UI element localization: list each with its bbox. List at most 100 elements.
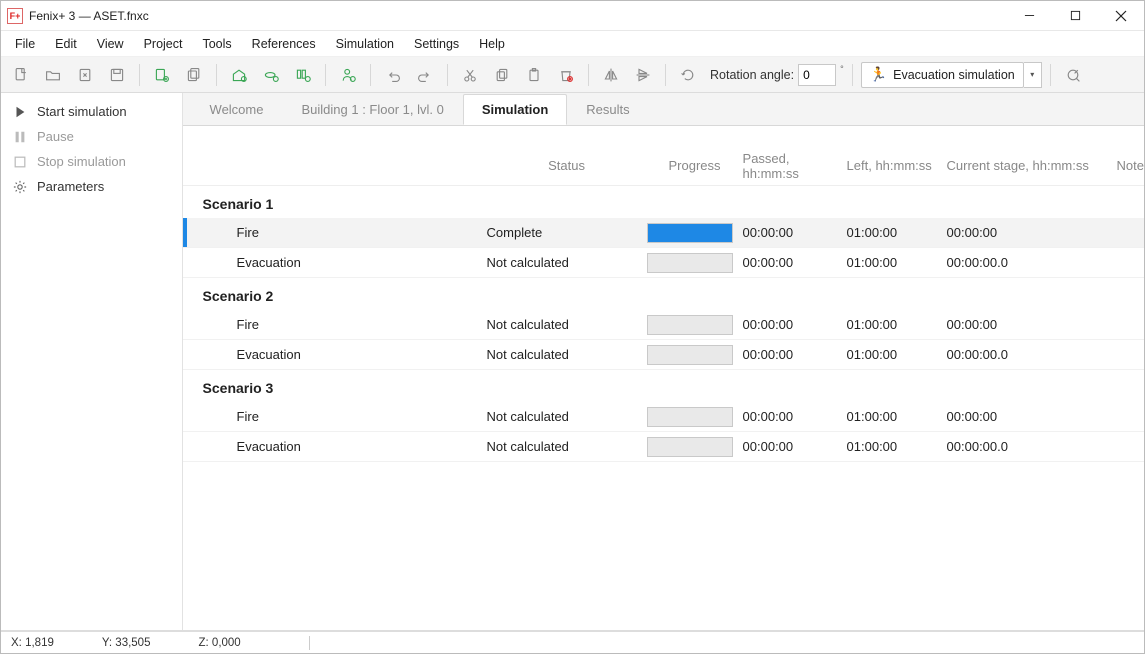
row-name: Evacuation — [187, 255, 487, 270]
delete-icon[interactable] — [552, 61, 580, 89]
cut-icon[interactable] — [456, 61, 484, 89]
save-icon[interactable] — [103, 61, 131, 89]
menu-edit[interactable]: Edit — [45, 33, 87, 55]
toolbar-separator — [139, 64, 140, 86]
sidebar-item-parameters[interactable]: Parameters — [1, 174, 182, 199]
statusbar-separator — [309, 636, 310, 650]
menu-settings[interactable]: Settings — [404, 33, 469, 55]
main-area: Start simulation PauseStop simulation Para… — [1, 93, 1144, 631]
degree-symbol: ° — [840, 64, 844, 74]
sidebar-item-label: Start simulation — [37, 104, 127, 119]
row-left: 01:00:00 — [847, 347, 947, 362]
tab-results[interactable]: Results — [567, 94, 648, 125]
toolbar-separator — [852, 64, 853, 86]
status-y: Y: 33,505 — [102, 637, 151, 649]
tab-building-1-floor-1-lvl-0[interactable]: Building 1 : Floor 1, lvl. 0 — [282, 94, 462, 125]
add-topology-icon[interactable] — [148, 61, 176, 89]
gear-icon — [13, 180, 27, 194]
close-file-icon[interactable] — [71, 61, 99, 89]
row-left: 01:00:00 — [847, 225, 947, 240]
add-floor-icon[interactable] — [257, 61, 285, 89]
scenario-header[interactable]: Scenario 3 — [183, 370, 1144, 402]
mirror-vertical-icon[interactable] — [597, 61, 625, 89]
add-building-icon[interactable] — [225, 61, 253, 89]
menu-file[interactable]: File — [5, 33, 45, 55]
menu-tools[interactable]: Tools — [192, 33, 241, 55]
paste-icon[interactable] — [520, 61, 548, 89]
menu-project[interactable]: Project — [134, 33, 193, 55]
window-controls — [1006, 1, 1144, 30]
undo-icon[interactable] — [379, 61, 407, 89]
toolbar-separator — [665, 64, 666, 86]
sidebar-item-stop-simulation[interactable]: Stop simulation — [1, 149, 182, 174]
simulation-row[interactable]: EvacuationNot calculated00:00:0001:00:00… — [183, 432, 1144, 462]
simulation-panel: Status Progress Passed, hh:mm:ss Left, h… — [183, 125, 1144, 630]
row-left: 01:00:00 — [847, 409, 947, 424]
col-progress: Progress — [647, 158, 743, 173]
menu-bar: FileEditViewProjectToolsReferencesSimula… — [1, 31, 1144, 57]
sidebar-item-start-simulation[interactable]: Start simulation — [1, 99, 182, 124]
row-name: Evacuation — [187, 347, 487, 362]
maximize-button[interactable] — [1052, 1, 1098, 30]
status-bar: X: 1,819 Y: 33,505 Z: 0,000 — [1, 631, 1144, 653]
simulation-row[interactable]: FireNot calculated00:00:0001:00:0000:00:… — [183, 402, 1144, 432]
row-status: Complete — [487, 225, 647, 240]
row-stage: 00:00:00 — [947, 317, 1117, 332]
menu-simulation[interactable]: Simulation — [326, 33, 404, 55]
tab-simulation[interactable]: Simulation — [463, 94, 567, 125]
toolbar-separator — [216, 64, 217, 86]
simulation-row[interactable]: FireComplete 00:00:0001:00:0000:00:00 — [183, 218, 1144, 248]
simulation-row[interactable]: EvacuationNot calculated00:00:0001:00:00… — [183, 248, 1144, 278]
menu-help[interactable]: Help — [469, 33, 515, 55]
close-button[interactable] — [1098, 1, 1144, 30]
sidebar-item-label: Parameters — [37, 179, 104, 194]
sidebar-item-pause[interactable]: Pause — [1, 124, 182, 149]
row-stage: 00:00:00.0 — [947, 255, 1117, 270]
row-stage: 00:00:00.0 — [947, 347, 1117, 362]
scenario-header[interactable]: Scenario 2 — [183, 278, 1144, 310]
duplicate-icon[interactable] — [180, 61, 208, 89]
row-progress — [647, 223, 743, 243]
row-passed: 00:00:00 — [743, 409, 847, 424]
row-progress — [647, 315, 743, 335]
scenario-header[interactable]: Scenario 1 — [183, 186, 1144, 218]
add-scenario-icon[interactable] — [289, 61, 317, 89]
stop-icon — [13, 155, 27, 169]
evacuation-dropdown-button[interactable]: ▾ — [1024, 62, 1042, 88]
row-status: Not calculated — [487, 347, 647, 362]
row-progress — [647, 437, 743, 457]
minimize-button[interactable] — [1006, 1, 1052, 30]
row-progress — [647, 253, 743, 273]
target-icon[interactable] — [1059, 61, 1087, 89]
row-passed: 00:00:00 — [743, 225, 847, 240]
evacuation-simulation-button[interactable]: 🏃 Evacuation simulation — [861, 62, 1024, 88]
toolbar-separator — [325, 64, 326, 86]
open-folder-icon[interactable] — [39, 61, 67, 89]
menu-references[interactable]: References — [242, 33, 326, 55]
title-bar: F+ Fenix+ 3 — ASET.fnxc — [1, 1, 1144, 31]
row-stage: 00:00:00 — [947, 225, 1117, 240]
rotation-angle-input[interactable] — [798, 64, 836, 86]
row-status: Not calculated — [487, 439, 647, 454]
copy-icon[interactable] — [488, 61, 516, 89]
simulation-row[interactable]: FireNot calculated00:00:0001:00:0000:00:… — [183, 310, 1144, 340]
toolbar: Rotation angle: ° 🏃 Evacuation simulatio… — [1, 57, 1144, 93]
pause-icon — [13, 130, 27, 144]
row-progress — [647, 407, 743, 427]
row-status: Not calculated — [487, 255, 647, 270]
redo-icon[interactable] — [411, 61, 439, 89]
menu-view[interactable]: View — [87, 33, 134, 55]
status-x: X: 1,819 — [11, 637, 54, 649]
toolbar-separator — [1050, 64, 1051, 86]
app-icon: F+ — [7, 8, 23, 24]
col-note: Note — [1117, 158, 1144, 173]
new-file-icon[interactable] — [7, 61, 35, 89]
tab-welcome[interactable]: Welcome — [191, 94, 283, 125]
rotation-angle-label: Rotation angle: — [710, 68, 794, 82]
mirror-horizontal-icon[interactable] — [629, 61, 657, 89]
row-name: Fire — [187, 225, 487, 240]
rotate-icon[interactable] — [674, 61, 702, 89]
row-name: Fire — [187, 409, 487, 424]
add-person-icon[interactable] — [334, 61, 362, 89]
simulation-row[interactable]: EvacuationNot calculated00:00:0001:00:00… — [183, 340, 1144, 370]
